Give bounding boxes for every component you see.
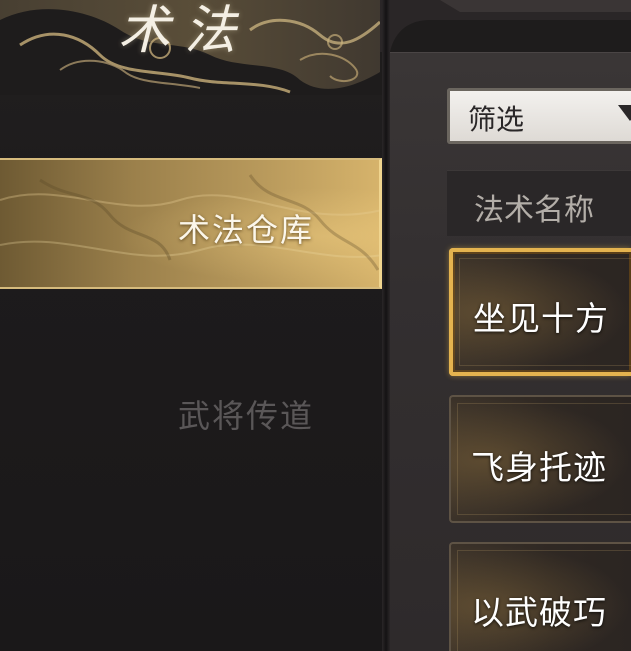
nav-tab-spell-storage[interactable]: 术法仓库 <box>0 158 382 289</box>
filter-dropdown[interactable]: 筛选 <box>447 88 631 144</box>
funnel-icon <box>618 105 631 121</box>
page-title: 术法 <box>118 1 251 61</box>
nav-tab-general-teaching[interactable]: 武将传道 <box>0 350 382 480</box>
column-header: 法术名称 <box>447 170 631 236</box>
panel-divider <box>382 0 390 651</box>
spell-name: 坐见十方 <box>473 299 609 338</box>
spell-card[interactable]: 坐见十方 <box>449 248 631 376</box>
spell-card[interactable]: 飞身托迹 <box>449 395 631 523</box>
spell-name: 以武破巧 <box>471 593 607 632</box>
spell-screen: 术法 术法仓库 武将传道 筛选 法术名称 坐见十方 飞身托迹 以武破巧 <box>0 0 631 651</box>
spell-card[interactable]: 以武破巧 <box>449 542 631 651</box>
nav-tab-label: 武将传道 <box>178 397 315 435</box>
nav-tab-label: 术法仓库 <box>178 211 315 249</box>
filter-label: 筛选 <box>468 103 525 136</box>
column-header-label: 法术名称 <box>474 193 594 228</box>
spell-name: 飞身托迹 <box>471 448 607 487</box>
